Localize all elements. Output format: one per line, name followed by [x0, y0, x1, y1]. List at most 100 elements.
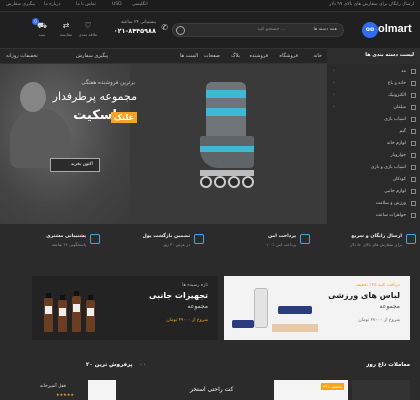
promo-text: ارسال رایگان برای سفارش های بالای ۹۹ دلا…	[329, 2, 414, 7]
category-icon	[411, 129, 416, 134]
truck-icon	[406, 234, 416, 244]
hero-tag: غلتک	[110, 112, 137, 123]
nav-item-shop[interactable]: فروشگاه	[279, 53, 298, 59]
category-icon	[411, 93, 416, 98]
logo[interactable]: oo olmart	[362, 20, 414, 40]
compare-button[interactable]: ⇄ مقایسه	[56, 21, 76, 41]
sidebar-item-furniture[interactable]: مبلمان ‹	[327, 102, 420, 114]
phone-icon: ✆	[161, 23, 168, 32]
sale-badge: ۳۲٪ تخفیف	[321, 383, 344, 390]
product-title[interactable]: کت راحتی استخر	[190, 386, 233, 393]
category-icon	[411, 117, 416, 122]
categories-title: لیست دسته بندی ها	[365, 52, 414, 58]
top20-section-title: ۲۰ پرفروش ترین	[86, 362, 133, 368]
hero-model-image	[0, 64, 130, 224]
feature-support: پشتیبانی مشتری پاسخگویی ۲۴ ساعته	[0, 232, 100, 256]
headset-icon	[90, 234, 100, 244]
sidebar-item-accessories[interactable]: لوازم جانبی	[327, 186, 420, 198]
feature-money-back: تضمین بازگشت پول در عرض ۳۰ روز	[104, 232, 204, 256]
sidebar-item-sports[interactable]: ورزش و سلامت	[327, 198, 420, 210]
sidebar-item-toys[interactable]: اسباب بازی	[327, 114, 420, 126]
bottle-image	[58, 295, 67, 332]
category-icon	[411, 81, 416, 86]
language-select[interactable]: انگلیسی	[132, 2, 148, 7]
bottle-image	[72, 291, 81, 332]
chevron-left-icon: ‹	[333, 92, 335, 98]
promo-banner-accessories[interactable]: تازه رسیده ها تجهیزات جانبی مجموعه شروع …	[32, 276, 218, 340]
hero-subtitle: برترین فروشنده هفتگی	[81, 80, 135, 86]
dumbbell-image	[278, 306, 312, 314]
sidebar-item-jewelry[interactable]: جواهرات ساعت	[327, 210, 420, 222]
top-bar: ارسال رایگان برای سفارش های بالای ۹۹ دلا…	[0, 0, 420, 12]
support-label: پشتیبانی ۲۴ ساعته	[120, 20, 156, 25]
nav-item-blog[interactable]: بلاگ	[231, 53, 240, 59]
cart-label: سبد	[38, 32, 46, 37]
sidebar-item-kids[interactable]: کودکان	[327, 174, 420, 186]
sidebar-item-home-garden[interactable]: خانه و باغ ‹	[327, 78, 420, 90]
bottle-image	[44, 293, 53, 332]
topbar-link-about[interactable]: درباره ما	[44, 2, 61, 7]
categories-toggle[interactable]: لیست دسته بندی ها	[327, 48, 420, 64]
support-block: پشتیبانی ۲۴ ساعته ۰۲۱-۸۴۴۵۹۸۸ ✆	[104, 20, 168, 38]
nav-item-pages[interactable]: صفحات	[204, 53, 220, 59]
compare-icon: ⇄	[62, 21, 70, 30]
category-icon	[411, 141, 416, 146]
cart-count-badge: 0	[32, 18, 39, 25]
sidebar-item-fashion[interactable]: مد ‹	[327, 66, 420, 78]
category-icon	[411, 69, 416, 74]
search-bar[interactable]: جستجو کنید ... همه دسته ها	[172, 23, 344, 37]
deals-section-title: معاملات داغ روز	[366, 362, 410, 368]
card-icon	[300, 234, 310, 244]
support-phone[interactable]: ۰۲۱-۸۴۴۵۹۸۸	[114, 27, 156, 35]
compare-label: مقایسه	[59, 32, 73, 37]
banner-left-title: تجهیزات جانبی	[149, 291, 208, 300]
topbar-link-contact[interactable]: تماس با ما	[76, 2, 96, 7]
logo-text: olmart	[378, 23, 412, 35]
yoga-block-image	[272, 324, 318, 332]
water-bottle-image	[254, 288, 268, 328]
wishlist-label: علاقه مندی	[78, 32, 98, 37]
topbar-link-track[interactable]: پیگیری سفارش	[6, 2, 35, 7]
search-category-select[interactable]: همه دسته ها	[313, 27, 337, 32]
category-icon	[411, 177, 416, 182]
nav-item-elements[interactable]: المنت ها	[180, 53, 198, 59]
product-card[interactable]: ۳۲٪ تخفیف	[274, 380, 348, 400]
promo-banner-sportswear[interactable]: دریافت کنید ۲۵٪ تخفیف لباس های ورزشی مجم…	[224, 276, 410, 340]
hero-title: مجموعه پرطرفدار	[52, 90, 137, 103]
category-icon	[411, 213, 416, 218]
currency-select[interactable]: USD	[112, 2, 122, 7]
deals-nav-arrows[interactable]: ‹ ›	[140, 362, 146, 368]
nav-item-home[interactable]: خانه	[313, 53, 322, 59]
feature-secure-payment: پرداخت امن ۱۰۰٪ پرداخت امن	[210, 232, 310, 256]
cart-button[interactable]: 0 ⛟ سبد	[32, 18, 52, 41]
rating-stars: ★★★★★	[56, 392, 74, 397]
dumbbell-image	[232, 320, 254, 328]
sidebar-item-gaming[interactable]: گیم	[327, 126, 420, 138]
hero-banner: برترین فروشنده هفتگی مجموعه پرطرفدار اسک…	[0, 64, 327, 224]
shop-now-button[interactable]: اکنون بخرید	[50, 158, 100, 172]
category-icon	[411, 189, 416, 194]
logo-icon: oo	[362, 22, 378, 38]
small-product-title[interactable]: قفل آشپزخانه	[40, 384, 66, 389]
search-input[interactable]: جستجو کنید ...	[257, 27, 285, 32]
chevron-left-icon: ‹	[333, 104, 335, 110]
bottle-image	[86, 295, 95, 332]
nav-item-vendor[interactable]: فروشنده	[249, 53, 268, 59]
sidebar-item-grocery[interactable]: خواروبار	[327, 150, 420, 162]
nav-track-order[interactable]: پیگیری سفارش	[76, 53, 108, 59]
nav-daily-deals[interactable]: تخفیفات روزانه	[6, 53, 38, 59]
sidebar-item-home-appliances[interactable]: لوازم خانه	[327, 138, 420, 150]
chevron-left-icon: ‹	[333, 80, 335, 86]
product-card-small[interactable]	[88, 380, 116, 400]
banner-right-title: لباس های ورزشی	[328, 291, 400, 300]
product-card[interactable]	[352, 380, 410, 400]
sidebar-item-toys-games[interactable]: اسباب بازی و بازی	[327, 162, 420, 174]
feature-free-shipping: ارسال رایگان و سریع برای سفارش های بالای…	[316, 232, 416, 256]
category-icon	[411, 105, 416, 110]
sidebar-item-electronics[interactable]: الکترونیک ‹	[327, 90, 420, 102]
chevron-left-icon: ‹	[333, 68, 335, 74]
category-icon	[411, 165, 416, 170]
wishlist-button[interactable]: ♡ علاقه مندی	[78, 21, 98, 41]
search-icon[interactable]	[176, 26, 185, 35]
roller-skate-image	[196, 78, 260, 208]
